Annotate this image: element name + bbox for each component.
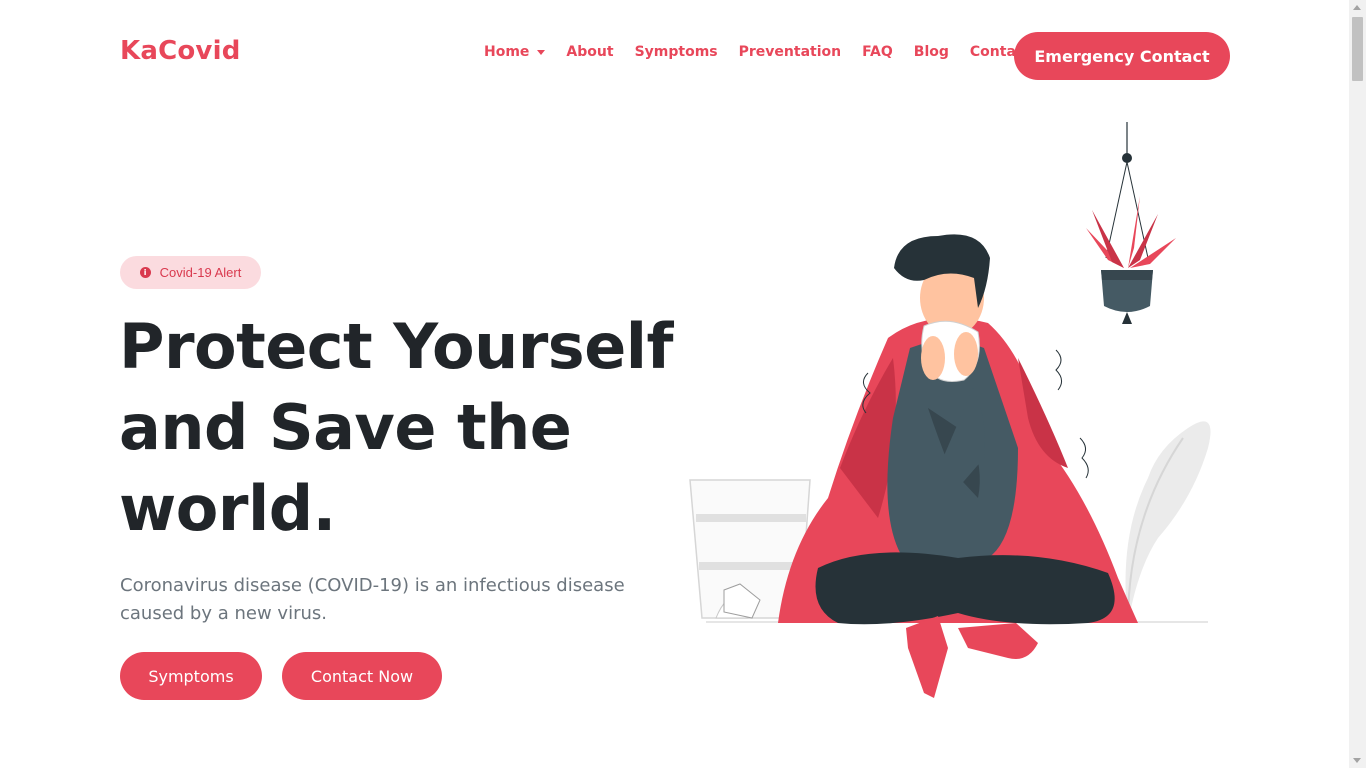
covid-alert-badge: i Covid-19 Alert <box>120 256 261 289</box>
covid-alert-label: Covid-19 Alert <box>159 265 242 280</box>
main-nav: Home About Symptoms Preventation FAQ Blo… <box>484 44 1031 60</box>
nav-blog[interactable]: Blog <box>914 44 949 60</box>
nav-home[interactable]: Home <box>484 44 546 60</box>
nav-preventation[interactable]: Preventation <box>739 44 841 60</box>
nav-symptoms[interactable]: Symptoms <box>635 44 718 60</box>
emergency-contact-button[interactable]: Emergency Contact <box>1014 32 1230 80</box>
symptoms-button[interactable]: Symptoms <box>120 652 262 700</box>
info-icon: i <box>139 267 151 278</box>
scrollbar-thumb[interactable] <box>1352 17 1363 81</box>
nav-home-label: Home <box>484 44 530 60</box>
leaf-decoration-icon <box>1125 421 1211 624</box>
hero-headline: Protect Yourself and Save the world. <box>119 310 673 545</box>
scroll-down-icon[interactable] <box>1353 758 1361 763</box>
scroll-up-icon[interactable] <box>1353 5 1361 10</box>
hero-subtext: Coronavirus disease (COVID-19) is an inf… <box>120 575 625 624</box>
contact-now-button[interactable]: Contact Now <box>282 652 442 700</box>
chevron-down-icon <box>537 49 546 55</box>
hanging-plant-icon <box>1086 122 1176 324</box>
sick-person-illustration <box>689 122 1211 698</box>
brand-logo[interactable]: KaCovid <box>120 36 241 66</box>
vertical-scrollbar[interactable] <box>1349 0 1366 768</box>
nav-faq[interactable]: FAQ <box>862 44 893 60</box>
nav-about[interactable]: About <box>566 44 613 60</box>
